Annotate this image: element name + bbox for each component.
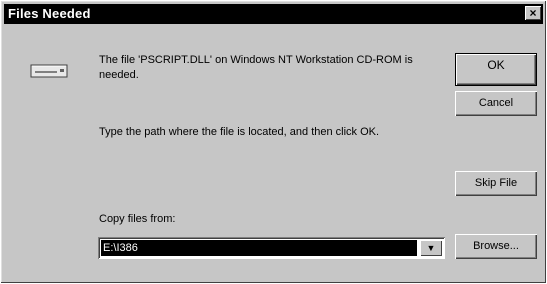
browse-button[interactable]: Browse... xyxy=(455,234,537,259)
close-icon: × xyxy=(529,6,537,20)
chevron-down-icon[interactable]: ▼ xyxy=(420,240,442,256)
path-instruction: Type the path where the file is located,… xyxy=(99,126,380,138)
close-button[interactable]: × xyxy=(525,6,541,20)
skip-file-button[interactable]: Skip File xyxy=(455,171,537,196)
copy-from-input[interactable]: E:\I386 xyxy=(101,240,417,256)
files-needed-dialog: Files Needed × The file 'PSCRIPT.DLL' on… xyxy=(0,0,547,284)
cd-drive-icon xyxy=(30,64,68,78)
missing-file-message: The file 'PSCRIPT.DLL' on Windows NT Wor… xyxy=(99,54,413,81)
title-bar: Files Needed × xyxy=(4,4,543,24)
ok-button[interactable]: OK xyxy=(455,53,537,86)
copy-from-combobox[interactable]: E:\I386 ▼ xyxy=(98,237,445,259)
cancel-button[interactable]: Cancel xyxy=(455,91,537,116)
copy-from-label: Copy files from: xyxy=(99,213,176,225)
dialog-title: Files Needed xyxy=(8,6,91,21)
